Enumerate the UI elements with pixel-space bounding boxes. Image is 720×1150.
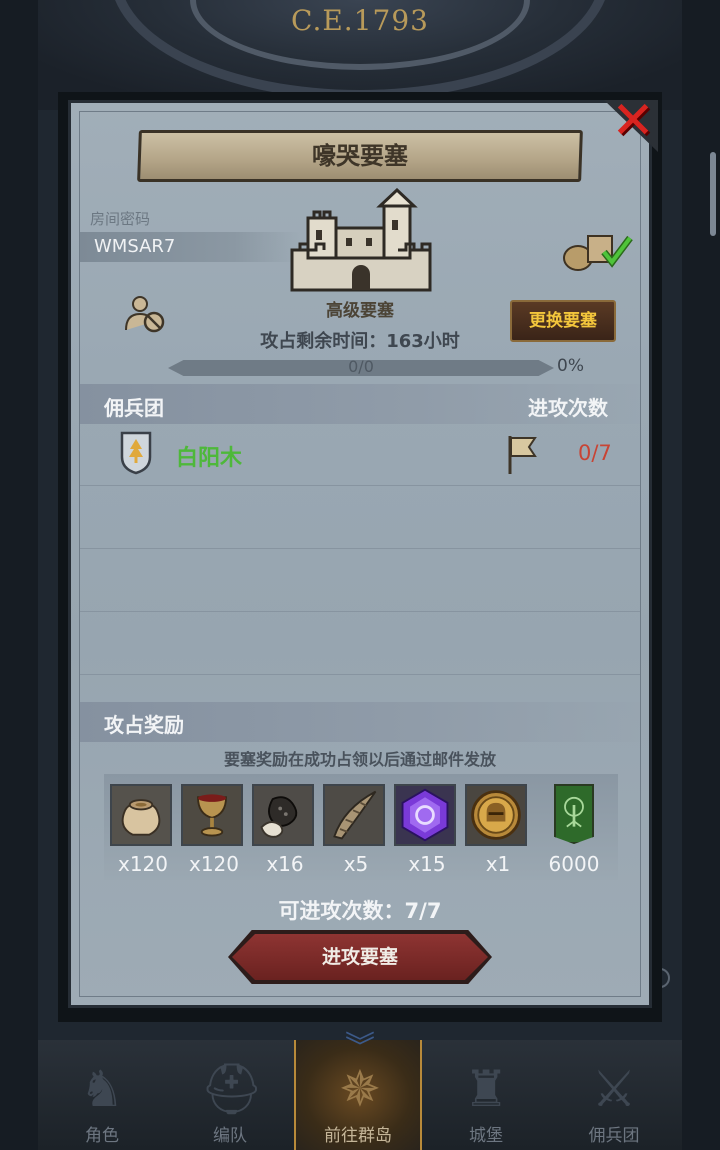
knight-helmet-coin-icon <box>465 784 527 846</box>
nav-item-mercenary[interactable]: ⚔ 佣兵团 <box>550 1040 678 1150</box>
reward-item[interactable]: 6000 <box>541 784 607 876</box>
close-icon[interactable]: ✕ <box>607 95 659 147</box>
chevron-down-icon: ︾ <box>345 1030 375 1065</box>
goblet-icon <box>181 784 243 846</box>
rewards-note: 要塞奖励在成功占领以后通过邮件发放 <box>223 750 496 769</box>
reward-item[interactable]: x1 <box>465 784 531 876</box>
nav-label: 编队 <box>213 1126 247 1146</box>
nav-label: 城堡 <box>469 1126 503 1146</box>
row-divider <box>80 674 640 675</box>
attack-count-header: 进攻次数 <box>528 396 608 420</box>
dialog-title: 嚎哭要塞 <box>312 142 408 170</box>
nav-label: 角色 <box>85 1126 119 1146</box>
rewards-header: 攻占奖励 <box>104 713 184 737</box>
horn-icon <box>323 784 385 846</box>
fortress-grade: 高级要塞 <box>326 301 394 321</box>
sack-icon <box>110 784 172 846</box>
era-label: C.E.1793 <box>291 4 429 37</box>
supply-bag-icon[interactable] <box>560 228 636 272</box>
reward-item[interactable]: x16 <box>252 784 318 876</box>
room-password-label: 房间密码 <box>90 210 151 228</box>
mercenary-header: 佣兵团 <box>104 396 164 420</box>
helmet-icon: ⛑ <box>200 1060 264 1118</box>
capture-progress-text: 0/0 <box>348 357 374 376</box>
castle-icon: ♜ <box>463 1060 509 1118</box>
attack-fortress-label[interactable]: 进攻要塞 <box>232 934 488 980</box>
guild-name[interactable]: 白阳木 <box>176 440 242 472</box>
nav-item-role[interactable]: ♞ 角色 <box>38 1040 166 1150</box>
row-divider <box>80 548 640 549</box>
fortress-castle-icon <box>290 188 432 292</box>
nav-label: 前往群岛 <box>324 1126 392 1146</box>
green-tree-banner-icon <box>554 784 594 844</box>
reward-quantity: x1 <box>485 852 511 876</box>
reward-item[interactable]: x15 <box>394 784 460 876</box>
reward-item[interactable]: x5 <box>323 784 389 876</box>
purple-crystal-icon <box>394 784 456 846</box>
reward-item[interactable]: x120 <box>181 784 247 876</box>
reward-item[interactable]: x120 <box>110 784 176 876</box>
remaining-attacks: 可进攻次数：7/7 <box>278 899 442 923</box>
mercenary-icon: ⚔ <box>591 1060 637 1118</box>
ore-icon <box>252 784 314 846</box>
knight-icon: ♞ <box>79 1060 125 1118</box>
capture-progress-percent: 0% <box>557 356 584 376</box>
reward-quantity: 6000 <box>548 852 600 876</box>
scrollbar[interactable] <box>710 152 716 236</box>
nav-item-castle[interactable]: ♜ 城堡 <box>422 1040 550 1150</box>
nav-label: 佣兵团 <box>588 1126 640 1146</box>
left-frame <box>0 0 38 1150</box>
room-password: WMSAR7 <box>94 236 176 257</box>
no-visitor-icon[interactable] <box>124 294 168 334</box>
guild-shield-icon <box>120 431 152 475</box>
row-divider <box>80 611 640 612</box>
capture-time-left: 攻占剩余时间：163小时 <box>260 331 460 352</box>
row-divider <box>80 485 640 486</box>
guild-attack-count: 0/7 <box>578 441 612 465</box>
attack-flag-icon <box>508 436 537 474</box>
nav-item-formation[interactable]: ⛑ 编队 <box>166 1040 294 1150</box>
